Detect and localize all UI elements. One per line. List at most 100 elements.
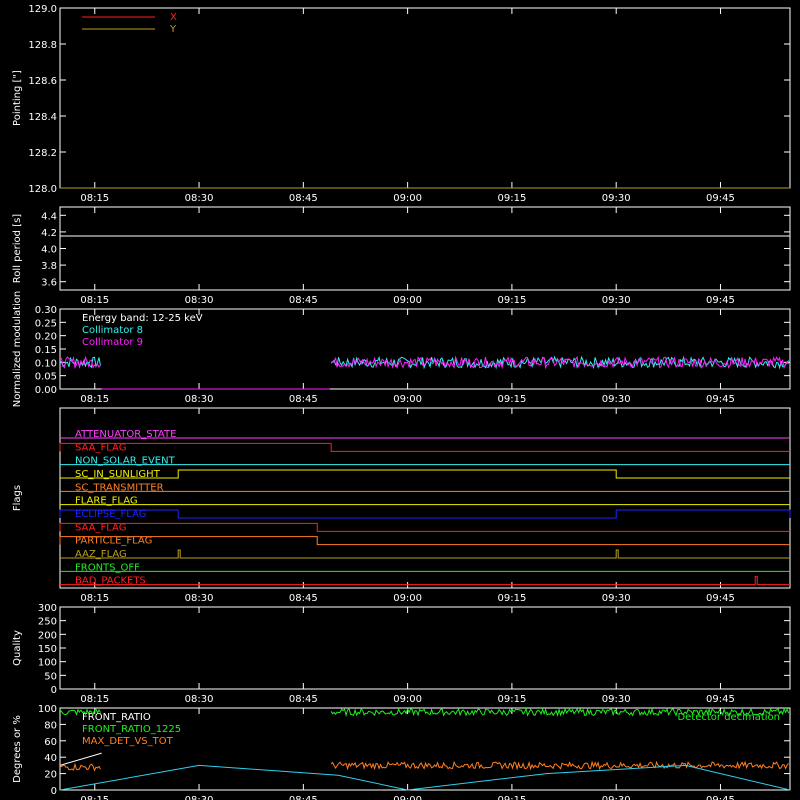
- x-tick-label: 09:15: [497, 394, 526, 405]
- x-tick-label: 09:30: [602, 694, 631, 705]
- x-tick-label: 09:00: [393, 193, 422, 204]
- y-tick-label: 40: [44, 753, 57, 764]
- flag-line: [59, 536, 790, 546]
- x-tick-label: 08:45: [289, 295, 318, 306]
- y-tick-label: 150: [38, 644, 57, 655]
- y-tick-label: 4.0: [41, 245, 57, 256]
- x-tick-label: 08:45: [289, 593, 318, 604]
- y-axis-label: Degrees or %: [12, 715, 23, 783]
- y-axis-label: Normalized modulation: [12, 291, 23, 408]
- y-tick-label: 4.4: [41, 211, 57, 222]
- y-tick-label: 0.00: [35, 385, 57, 396]
- y-axis-label: Quality: [12, 630, 23, 666]
- x-tick-label: 09:30: [602, 394, 631, 405]
- x-tick-label: 08:45: [289, 193, 318, 204]
- y-axis-label: Pointing ["]: [12, 70, 23, 126]
- series-line: [330, 760, 789, 771]
- x-tick-label: 08:15: [80, 193, 109, 204]
- flag-line: [60, 469, 790, 479]
- x-tick-label: 09:00: [393, 795, 422, 800]
- y-tick-label: 4.2: [41, 228, 57, 239]
- x-tick-label: 08:45: [289, 394, 318, 405]
- y-tick-label: 0.10: [35, 358, 57, 369]
- y-tick-label: 60: [44, 737, 57, 748]
- y-tick-label: 300: [38, 603, 57, 614]
- x-tick-label: 09:45: [706, 795, 735, 800]
- x-tick-label: 08:15: [80, 795, 109, 800]
- x-tick-label: 09:45: [706, 295, 735, 306]
- panel-frame: [59, 606, 791, 690]
- y-tick-label: 0: [51, 685, 57, 696]
- y-tick-label: 200: [38, 630, 57, 641]
- series-line: [59, 764, 791, 791]
- annotation-label: Energy band: 12-25 keV: [82, 313, 203, 324]
- x-tick-label: 09:45: [706, 193, 735, 204]
- x-tick-label: 08:30: [185, 694, 214, 705]
- y-tick-label: 0.25: [35, 318, 57, 329]
- x-tick-label: 09:45: [706, 394, 735, 405]
- legend-entry: X: [170, 12, 177, 23]
- x-tick-label: 09:00: [393, 593, 422, 604]
- y-tick-label: 0: [51, 786, 57, 797]
- flag-label: PARTICLE_FLAG: [75, 536, 152, 547]
- panel-frame: [59, 7, 791, 189]
- y-tick-label: 80: [44, 720, 57, 731]
- y-tick-label: 128.4: [28, 112, 57, 123]
- x-tick-label: 08:30: [185, 193, 214, 204]
- y-tick-label: 0.30: [35, 305, 57, 316]
- y-axis-label: Flags: [12, 485, 23, 511]
- x-tick-label: 09:30: [602, 795, 631, 800]
- flag-label: SAA_FLAG: [75, 442, 126, 453]
- series-line: [59, 752, 102, 766]
- y-tick-label: 0.05: [35, 372, 57, 383]
- x-tick-label: 09:00: [393, 394, 422, 405]
- x-tick-label: 08:15: [80, 394, 109, 405]
- x-tick-label: 08:30: [185, 593, 214, 604]
- y-tick-label: 20: [44, 770, 57, 781]
- x-tick-label: 09:30: [602, 593, 631, 604]
- x-tick-label: 09:45: [706, 593, 735, 604]
- y-axis-label: Roll period [s]: [12, 214, 23, 283]
- x-tick-label: 08:45: [289, 694, 318, 705]
- panel-frame: [59, 206, 791, 291]
- flag-line: [59, 522, 790, 532]
- x-tick-label: 09:00: [393, 694, 422, 705]
- x-tick-label: 08:45: [289, 795, 318, 800]
- y-tick-label: 250: [38, 617, 57, 628]
- y-tick-label: 128.0: [28, 184, 57, 195]
- series-line: [59, 762, 101, 772]
- y-tick-label: 128.2: [28, 148, 57, 159]
- y-tick-label: 100: [38, 658, 57, 669]
- x-tick-label: 09:00: [393, 295, 422, 306]
- x-tick-label: 09:30: [602, 193, 631, 204]
- x-tick-label: 09:15: [497, 593, 526, 604]
- y-tick-label: 0.20: [35, 332, 57, 343]
- x-tick-label: 09:15: [497, 193, 526, 204]
- y-tick-label: 3.8: [41, 261, 57, 272]
- y-tick-label: 128.6: [28, 76, 57, 87]
- x-tick-label: 09:15: [497, 694, 526, 705]
- y-tick-label: 0.15: [35, 345, 57, 356]
- x-tick-label: 08:30: [185, 394, 214, 405]
- y-tick-label: 50: [44, 671, 57, 682]
- rhessi-quicklook-chart: 08:15 08:30 08:45 09:00 09:15 09:30 09:45 Point…: [12, 4, 791, 800]
- legend-entry: FRONT_RATIO_1225: [82, 724, 181, 735]
- x-tick-label: 08:30: [185, 295, 214, 306]
- flag-label: SAA_FLAG: [75, 522, 126, 533]
- y-tick-label: 129.0: [28, 4, 57, 15]
- x-tick-label: 09:15: [497, 295, 526, 306]
- x-tick-label: 09:45: [706, 694, 735, 705]
- legend-entry: Collimator 9: [82, 337, 143, 348]
- y-tick-label: 100: [38, 704, 57, 715]
- legend-entry: Y: [169, 24, 177, 35]
- y-tick-label: 128.8: [28, 40, 57, 51]
- legend-entry: Collimator 8: [82, 325, 143, 336]
- flag-line: [59, 509, 791, 519]
- x-tick-label: 08:30: [185, 795, 214, 800]
- flag-label: ECLIPSE_FLAG: [75, 509, 146, 520]
- x-tick-label: 08:15: [80, 694, 109, 705]
- flag-line: [60, 576, 790, 586]
- x-tick-label: 09:30: [602, 295, 631, 306]
- flag-line: [60, 549, 790, 559]
- x-tick-label: 09:15: [497, 795, 526, 800]
